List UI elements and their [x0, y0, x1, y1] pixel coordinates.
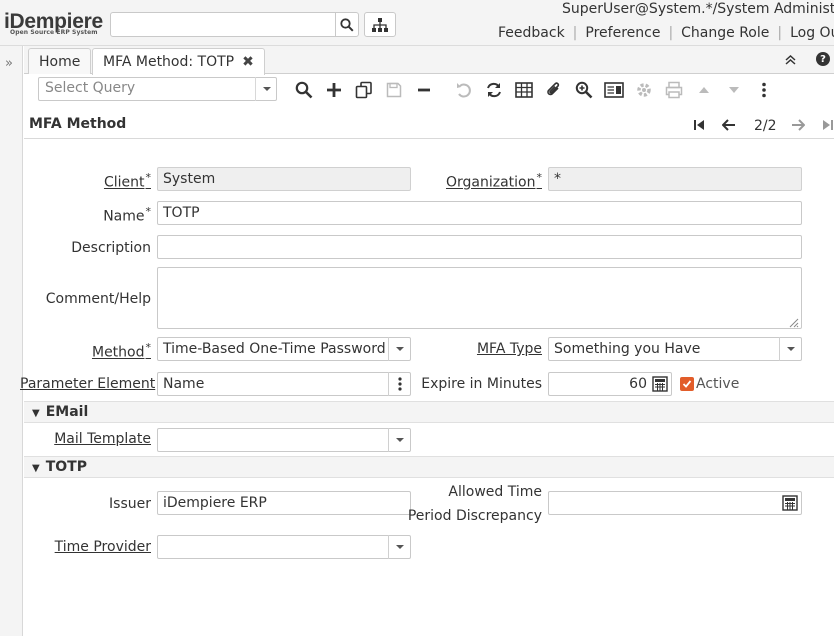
organization-label[interactable]: Organization*: [425, 171, 542, 191]
active-checkbox[interactable]: [680, 377, 694, 391]
expire-minutes-label: Expire in Minutes: [421, 376, 542, 392]
tab-mfa-method[interactable]: MFA Method: TOTP ✖: [92, 48, 265, 75]
select-query-combobox[interactable]: Select Query: [38, 77, 277, 101]
resize-handle-icon[interactable]: [789, 316, 799, 332]
allowed-time-label-line2: Period Discrepancy: [407, 508, 542, 524]
comment-help-textarea[interactable]: [157, 267, 802, 329]
chevron-down-icon[interactable]: [388, 535, 410, 559]
section-totp[interactable]: ▼ TOTP: [24, 456, 834, 478]
report-icon[interactable]: [603, 80, 625, 100]
global-search-input[interactable]: [110, 12, 336, 37]
process-icon[interactable]: [633, 80, 655, 100]
preference-link[interactable]: Preference: [585, 25, 660, 41]
user-info: SuperUser@System.*/System Administrator: [562, 1, 834, 17]
description-field[interactable]: [157, 235, 802, 259]
tab-home[interactable]: Home: [28, 48, 92, 74]
grid-toggle-icon[interactable]: [513, 80, 535, 100]
mfa-type-select[interactable]: Something you Have: [548, 337, 802, 361]
new-record-icon[interactable]: [323, 80, 345, 100]
undo-icon[interactable]: [453, 80, 475, 100]
method-select[interactable]: Time-Based One-Time Password: [157, 337, 411, 361]
client-label[interactable]: Client*: [80, 171, 151, 191]
logout-link[interactable]: Log Out: [790, 25, 834, 41]
collapse-triangle-icon: ▼: [32, 408, 40, 419]
divider: [24, 138, 834, 139]
allowed-time-label-line1: Allowed Time: [448, 484, 542, 500]
parameter-element-field[interactable]: Name: [157, 372, 411, 396]
issuer-field[interactable]: iDempiere ERP: [157, 491, 411, 515]
tab-label: MFA Method: TOTP: [103, 54, 235, 70]
delete-icon[interactable]: [413, 80, 435, 100]
description-label: Description: [71, 240, 151, 256]
save-icon[interactable]: [383, 80, 405, 100]
header-links: Feedback|Preference|Change Role|Log Out: [498, 25, 834, 41]
copy-icon[interactable]: [353, 80, 375, 100]
allowed-time-field[interactable]: [548, 491, 802, 515]
parameter-element-label[interactable]: Parameter Element: [20, 376, 155, 392]
name-field[interactable]: TOTP: [157, 201, 802, 225]
zoom-icon[interactable]: [573, 80, 595, 100]
issuer-label: Issuer: [109, 496, 151, 512]
sitemap-icon: [372, 17, 388, 32]
collapse-triangle-icon: ▼: [32, 463, 40, 474]
section-email[interactable]: ▼ EMail: [24, 401, 834, 423]
chevron-down-icon[interactable]: [388, 337, 410, 361]
search-icon: [340, 17, 354, 32]
tab-label: Home: [39, 53, 81, 70]
last-record-icon[interactable]: [820, 117, 834, 133]
parent-icon[interactable]: [693, 80, 715, 100]
organization-field: *: [548, 167, 802, 191]
more-vertical-icon[interactable]: [388, 372, 410, 396]
chevron-down-icon[interactable]: [779, 337, 801, 361]
attachment-icon[interactable]: [543, 80, 565, 100]
form-title: MFA Method: [29, 116, 127, 132]
change-role-link[interactable]: Change Role: [681, 25, 769, 41]
mail-template-label[interactable]: Mail Template: [40, 431, 151, 447]
time-provider-label[interactable]: Time Provider: [40, 539, 151, 555]
west-panel-collapsed: [0, 46, 23, 636]
print-icon[interactable]: [663, 80, 685, 100]
mfa-type-label[interactable]: MFA Type: [440, 341, 542, 357]
calculator-icon[interactable]: [782, 495, 798, 515]
calculator-icon[interactable]: [652, 376, 668, 396]
first-record-icon[interactable]: [691, 117, 707, 133]
chevron-down-icon[interactable]: [255, 77, 277, 101]
name-label: Name*: [103, 205, 151, 225]
record-counter: 2/2: [754, 118, 777, 134]
help-icon[interactable]: ?: [816, 52, 830, 66]
active-label: Active: [696, 376, 740, 392]
previous-record-icon[interactable]: [721, 117, 737, 133]
close-icon[interactable]: ✖: [242, 54, 254, 70]
feedback-link[interactable]: Feedback: [498, 25, 565, 41]
comment-help-label: Comment/Help: [45, 291, 151, 307]
search-icon[interactable]: [293, 80, 315, 100]
refresh-icon[interactable]: [483, 80, 505, 100]
next-record-icon[interactable]: [790, 117, 806, 133]
time-provider-select[interactable]: [157, 535, 411, 559]
expand-panel-icon[interactable]: »: [5, 56, 13, 71]
app-logo-subtitle: Open Source ERP System: [10, 29, 98, 36]
more-icon[interactable]: [753, 80, 775, 100]
menu-tree-button[interactable]: [364, 12, 396, 37]
client-field: System: [157, 167, 411, 191]
chevron-down-icon[interactable]: [388, 428, 410, 452]
collapse-up-icon[interactable]: [785, 54, 796, 68]
search-button[interactable]: [335, 12, 359, 37]
mail-template-select[interactable]: [157, 428, 411, 452]
method-label[interactable]: Method*: [60, 341, 151, 361]
detail-icon[interactable]: [723, 80, 745, 100]
